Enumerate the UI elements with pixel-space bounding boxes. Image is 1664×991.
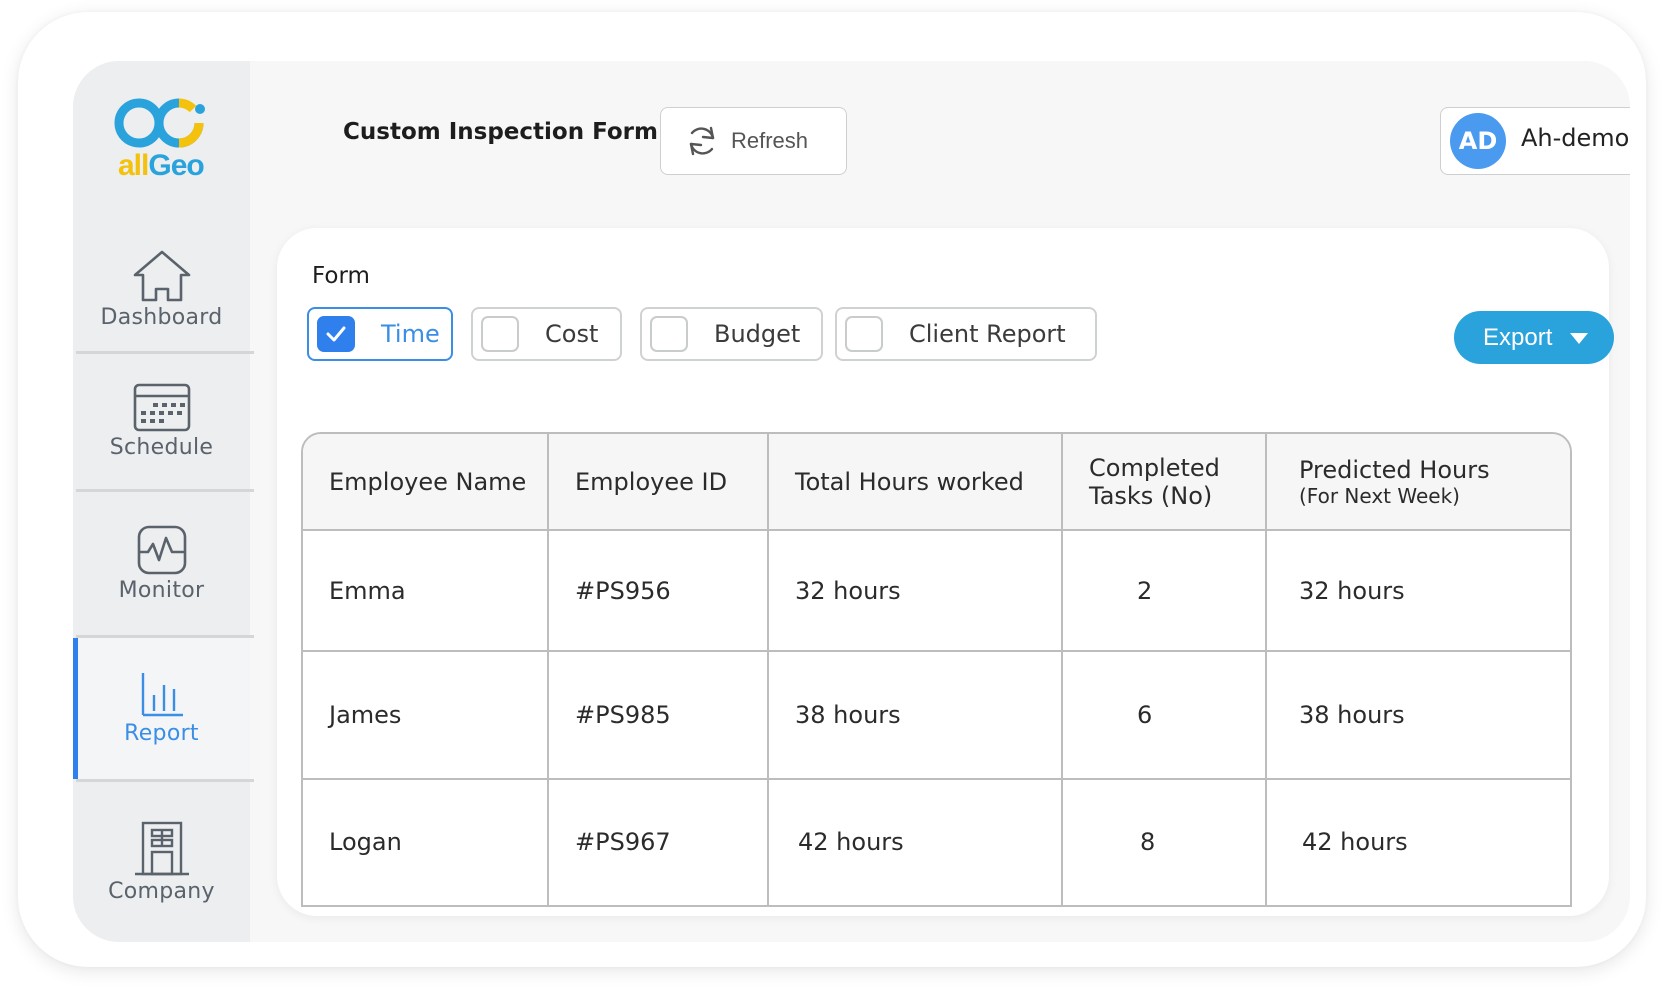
cell-employee-name: Logan: [303, 777, 549, 905]
sidebar-item-report[interactable]: Report: [73, 638, 250, 779]
sidebar-item-label: Company: [108, 878, 215, 904]
form-option-label: Client Report: [909, 320, 1066, 348]
form-label: Form: [312, 263, 370, 289]
checkbox[interactable]: [845, 316, 883, 352]
top-header: Custom Inspection Form Refresh AD Ah-dem…: [250, 61, 1630, 205]
check-icon: [326, 326, 346, 342]
avatar: AD: [1450, 113, 1506, 169]
active-indicator: [73, 638, 78, 779]
refresh-label: Refresh: [731, 128, 809, 153]
table-header-row: Employee Name Employee ID Total Hours wo…: [303, 434, 1570, 531]
cell-employee-id: #PS956: [547, 528, 769, 653]
column-header-total-hours[interactable]: Total Hours worked: [767, 434, 1063, 531]
export-button[interactable]: Export: [1454, 311, 1614, 364]
sidebar: allGeo Dashboard Schedule Monitor Report…: [73, 61, 254, 942]
cell-completed-tasks: 2: [1061, 528, 1267, 653]
sidebar-item-monitor[interactable]: Monitor: [73, 492, 250, 635]
cell-total-hours: 32 hours: [767, 528, 1063, 653]
logo-infinity-icon: [114, 98, 205, 148]
cell-predicted-hours: 38 hours: [1265, 650, 1570, 780]
sidebar-item-company[interactable]: Company: [73, 782, 250, 942]
sidebar-item-schedule[interactable]: Schedule: [73, 354, 250, 489]
cell-employee-id: #PS985: [547, 650, 769, 780]
home-icon: [133, 250, 190, 302]
cell-predicted-hours: 42 hours: [1265, 777, 1570, 905]
cell-employee-name: James: [303, 650, 549, 780]
cell-employee-name: Emma: [303, 528, 549, 653]
form-option-label: Budget: [714, 320, 801, 348]
checkbox-checked[interactable]: [317, 316, 355, 352]
cell-completed-tasks: 6: [1061, 650, 1267, 780]
column-header-predicted-hours[interactable]: Predicted Hours (For Next Week): [1265, 434, 1570, 531]
monitor-pulse-icon: [137, 525, 186, 575]
cell-completed-tasks: 8: [1061, 777, 1267, 905]
outer-frame: allGeo Dashboard Schedule Monitor Report…: [18, 12, 1646, 967]
table-row[interactable]: James #PS985 38 hours 6 38 hours: [303, 650, 1570, 780]
sidebar-item-label: Report: [124, 721, 199, 746]
sidebar-item-label: Dashboard: [100, 305, 223, 330]
bar-chart-icon: [141, 673, 183, 717]
sidebar-item-dashboard[interactable]: Dashboard: [73, 231, 250, 348]
user-menu-button[interactable]: AD Ah-demo: [1440, 107, 1630, 175]
column-header-employee-id[interactable]: Employee ID: [547, 434, 769, 531]
refresh-icon: [689, 126, 715, 156]
sidebar-item-label: Monitor: [118, 578, 205, 603]
sidebar-item-label: Schedule: [109, 435, 214, 460]
report-table: Employee Name Employee ID Total Hours wo…: [301, 432, 1572, 907]
building-icon: [134, 821, 189, 875]
checkbox[interactable]: [481, 316, 519, 352]
table-row[interactable]: Emma #PS956 32 hours 2 32 hours: [303, 528, 1570, 653]
form-option-time[interactable]: Time: [307, 307, 453, 361]
logo-text: allGeo: [118, 149, 205, 182]
form-option-label: Time: [381, 320, 440, 348]
checkbox[interactable]: [650, 316, 688, 352]
caret-down-icon: [1570, 333, 1589, 344]
app-window: allGeo Dashboard Schedule Monitor Report…: [73, 61, 1630, 942]
user-name: Ah-demo: [1521, 124, 1630, 152]
table-row[interactable]: Logan #PS967 42 hours 8 42 hours: [303, 777, 1570, 905]
form-option-client-report[interactable]: Client Report: [835, 307, 1097, 361]
cell-total-hours: 38 hours: [767, 650, 1063, 780]
form-option-budget[interactable]: Budget: [640, 307, 823, 361]
cell-predicted-hours: 32 hours: [1265, 528, 1570, 653]
form-option-cost[interactable]: Cost: [471, 307, 622, 361]
refresh-button[interactable]: Refresh: [660, 107, 847, 175]
column-header-employee-name[interactable]: Employee Name: [303, 434, 549, 531]
column-header-completed-tasks[interactable]: Completed Tasks (No): [1061, 434, 1267, 531]
page-title: Custom Inspection Form: [343, 119, 658, 145]
form-option-label: Cost: [545, 320, 599, 348]
cell-employee-id: #PS967: [547, 777, 769, 905]
report-card: Form Time Cost Budget Client Report Expo…: [277, 228, 1614, 916]
export-label: Export: [1483, 323, 1553, 351]
cell-total-hours: 42 hours: [767, 777, 1063, 905]
calendar-icon: [133, 383, 190, 432]
